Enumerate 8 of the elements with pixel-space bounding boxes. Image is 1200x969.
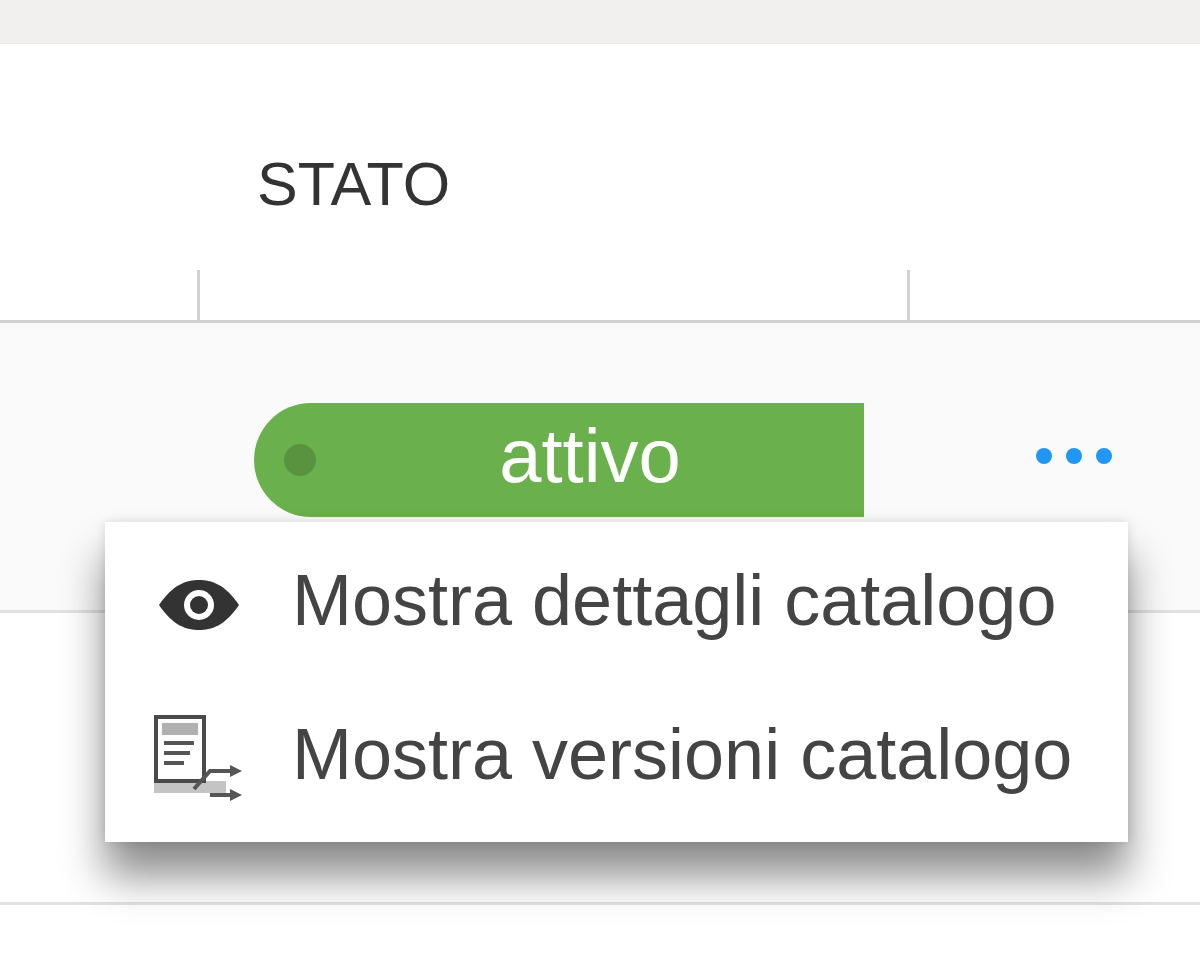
more-icon[interactable] [1035, 446, 1113, 465]
status-dot-icon [284, 443, 316, 476]
menu-item[interactable]: Mostra versioni catalogo [105, 682, 1128, 836]
column-header: STATO [257, 153, 451, 215]
document-arrows-icon [154, 715, 244, 803]
eye-icon [159, 580, 239, 630]
menu-item[interactable]: Mostra dettagli catalogo [105, 528, 1128, 682]
status-text: attivo [498, 417, 682, 500]
